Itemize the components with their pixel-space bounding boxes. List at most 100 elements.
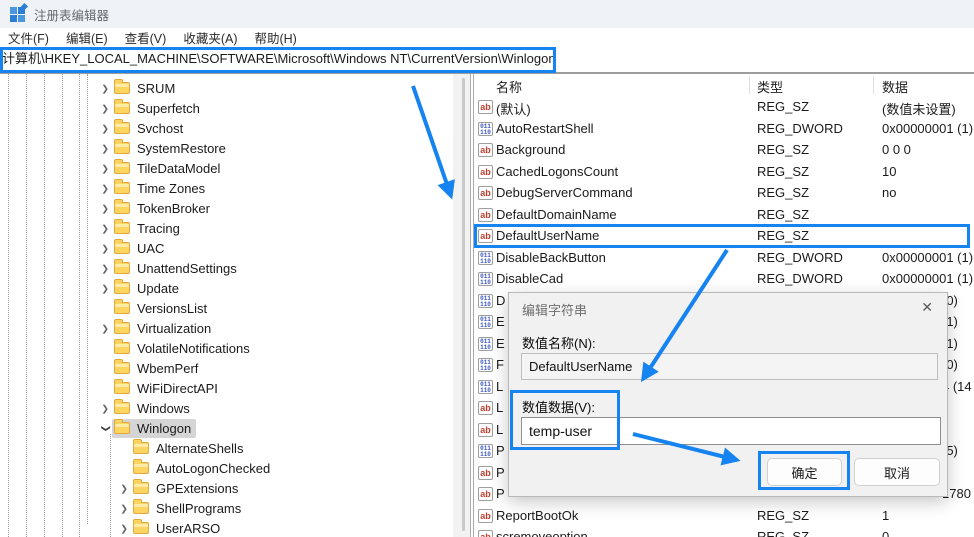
chevron-right-icon[interactable]: ❯: [99, 103, 110, 113]
value-data-field[interactable]: [521, 417, 941, 445]
chevron-right-icon[interactable]: ❯: [99, 283, 110, 293]
tree-item-virtualization[interactable]: ❯Virtualization: [98, 318, 216, 338]
value-name: scremoveoption: [496, 529, 588, 537]
tree-item-label: Winlogon: [137, 421, 191, 436]
folder-icon: [114, 342, 130, 354]
tree-item-tiledatamodel[interactable]: ❯TileDataModel: [98, 158, 225, 178]
folder-icon: [133, 462, 149, 474]
tree-item-windows[interactable]: ❯Windows: [98, 398, 195, 418]
chevron-right-icon[interactable]: ❯: [99, 183, 110, 193]
address-path[interactable]: 计算机\HKEY_LOCAL_MACHINE\SOFTWARE\Microsof…: [2, 46, 556, 72]
tree-item-alternateshells[interactable]: AlternateShells: [117, 438, 248, 458]
chevron-right-icon[interactable]: ❯: [99, 263, 110, 273]
menu-item-5[interactable]: 帮助(H): [254, 28, 296, 47]
value-row-reportbootok[interactable]: ReportBootOkREG_SZ1: [474, 506, 974, 527]
chevron-right-icon[interactable]: ❯: [118, 483, 129, 493]
tree-item-label: Tracing: [137, 221, 180, 236]
chevron-down-icon[interactable]: ❮: [100, 422, 110, 433]
value-row-debugservercommand[interactable]: DebugServerCommandREG_SZno: [474, 183, 974, 204]
value-row-disablecad[interactable]: DisableCadREG_DWORD0x00000001 (1): [474, 269, 974, 290]
chevron-right-icon[interactable]: ❯: [99, 83, 110, 93]
chevron-right-icon[interactable]: ❯: [99, 323, 110, 333]
close-icon[interactable]: ✕: [921, 299, 933, 316]
chevron-right-icon[interactable]: ❯: [99, 203, 110, 213]
menu-item-3[interactable]: 查看(V): [125, 28, 167, 47]
value-type: REG_SZ: [757, 99, 809, 114]
tree-guide-line: [87, 74, 88, 524]
tree-item-srum[interactable]: ❯SRUM: [98, 78, 180, 98]
tree-item-wifidirectapi[interactable]: WiFiDirectAPI: [98, 378, 223, 398]
tree-item-unattendsettings[interactable]: ❯UnattendSettings: [98, 258, 242, 278]
value-name: E: [496, 314, 505, 329]
value-name: L: [496, 379, 503, 394]
tree-item-versionslist[interactable]: VersionsList: [98, 298, 212, 318]
tree-guide-line: [44, 74, 45, 537]
value-row-defaultdomainname[interactable]: DefaultDomainNameREG_SZ: [474, 205, 974, 226]
value-row-scremoveoption[interactable]: scremoveoptionREG_SZ0: [474, 527, 974, 537]
menu-item-4[interactable]: 收藏夹(A): [183, 28, 237, 47]
chevron-right-icon[interactable]: ❯: [99, 143, 110, 153]
reg-sz-icon: [478, 466, 493, 480]
tree-item-wbemperf[interactable]: WbemPerf: [98, 358, 203, 378]
folder-icon: [114, 302, 130, 314]
column-divider[interactable]: [749, 76, 750, 94]
tree-item-systemrestore[interactable]: ❯ SystemRestore: [98, 138, 231, 158]
column-header-name[interactable]: 名称: [496, 77, 522, 96]
reg-dword-icon: [478, 337, 493, 351]
tree-item-label: Update: [137, 281, 179, 296]
reg-sz-icon: [478, 530, 493, 537]
value-name-field[interactable]: [521, 353, 938, 380]
column-header-type[interactable]: 类型: [757, 77, 783, 96]
tree-item-label: GPExtensions: [156, 481, 238, 496]
reg-sz-icon: [478, 487, 493, 501]
value-row-background[interactable]: Background REG_SZ 0 0 0: [474, 140, 974, 161]
value-name: P: [496, 443, 505, 458]
tree-item-autologonchecked[interactable]: AutoLogonChecked: [117, 458, 275, 478]
value-type: REG_SZ: [757, 142, 809, 157]
chevron-right-icon[interactable]: ❯: [118, 523, 129, 533]
tree-item-label: SystemRestore: [137, 141, 226, 156]
chevron-right-icon[interactable]: ❯: [99, 223, 110, 233]
tree-item-userarso[interactable]: ❯ UserARSO: [117, 518, 225, 537]
chevron-right-icon[interactable]: ❯: [99, 163, 110, 173]
chevron-right-icon[interactable]: ❯: [99, 123, 110, 133]
chevron-right-icon[interactable]: ❯: [99, 243, 110, 253]
value-row-disablebackbutton[interactable]: DisableBackButtonREG_DWORD0x00000001 (1): [474, 248, 974, 269]
menu-item-1[interactable]: 文件(F): [8, 28, 49, 47]
tree-item-superfetch[interactable]: ❯Superfetch: [98, 98, 205, 118]
tree-item-volatilenotifications[interactable]: VolatileNotifications: [98, 338, 255, 358]
value-data: 0 0 0: [882, 142, 911, 157]
value-name: DebugServerCommand: [496, 185, 633, 200]
chevron-right-icon[interactable]: ❯: [99, 403, 110, 413]
tree-item-tokenbroker[interactable]: ❯TokenBroker: [98, 198, 215, 218]
menu-item-2[interactable]: 编辑(E): [66, 28, 108, 47]
value-name: E: [496, 336, 505, 351]
folder-icon: [114, 262, 130, 274]
pane-splitter[interactable]: [470, 74, 471, 537]
column-header-data[interactable]: 数据: [882, 77, 908, 96]
cancel-button[interactable]: 取消: [854, 458, 940, 486]
value-data-label: 数值数据(V):: [522, 397, 595, 416]
tree-item-shellprograms[interactable]: ❯ShellPrograms: [117, 498, 246, 518]
tree-item-time-zones[interactable]: ❯Time Zones: [98, 178, 210, 198]
column-divider[interactable]: [873, 76, 874, 94]
value-name: F: [496, 357, 504, 372]
tree-item-tracing[interactable]: ❯ Tracing: [98, 218, 185, 238]
address-bar[interactable]: 计算机\HKEY_LOCAL_MACHINE\SOFTWARE\Microsof…: [0, 46, 974, 72]
tree-scrollbar-thumb[interactable]: [462, 78, 465, 531]
value-row-cachedlogonscount[interactable]: CachedLogonsCountREG_SZ10: [474, 162, 974, 183]
ok-button[interactable]: 确定: [767, 458, 842, 486]
value-name: P: [496, 465, 505, 480]
value-name: Background: [496, 142, 565, 157]
tree-item-label: UserARSO: [156, 521, 220, 536]
chevron-right-icon[interactable]: ❯: [118, 503, 129, 513]
value-row-defaultusername[interactable]: DefaultUserNameREG_SZ: [474, 226, 974, 247]
tree-item-winlogon[interactable]: ❮ Winlogon: [98, 418, 196, 438]
tree-item-svchost[interactable]: ❯Svchost: [98, 118, 188, 138]
reg-sz-icon: [478, 165, 493, 179]
value-row-(默认)[interactable]: (默认)REG_SZ(数值未设置): [474, 97, 974, 118]
tree-item-gpextensions[interactable]: ❯ GPExtensions: [117, 478, 243, 498]
tree-item-update[interactable]: ❯ Update: [98, 278, 184, 298]
value-row-autorestartshell[interactable]: AutoRestartShellREG_DWORD0x00000001 (1): [474, 119, 974, 140]
tree-item-uac[interactable]: ❯UAC: [98, 238, 169, 258]
